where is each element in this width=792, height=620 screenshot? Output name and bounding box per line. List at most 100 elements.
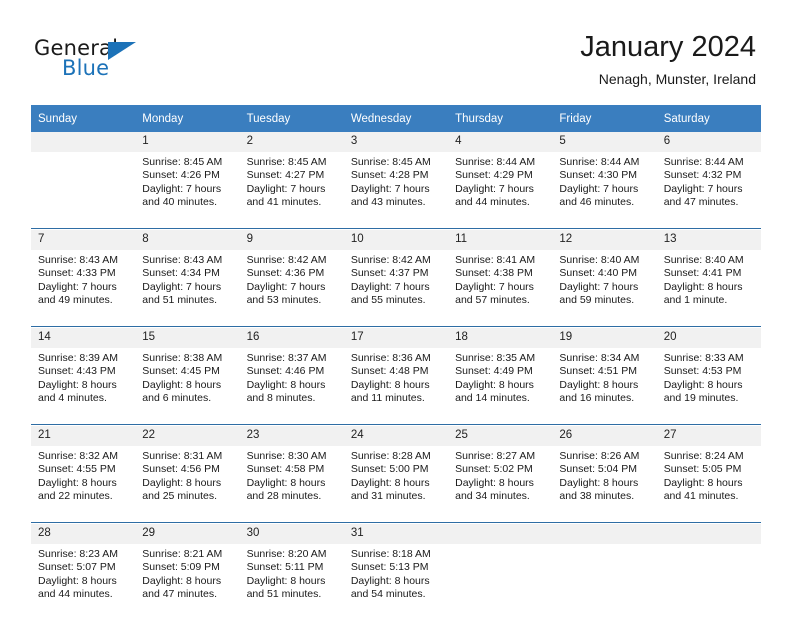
sunrise-text: Sunrise: 8:20 AM	[246, 548, 327, 560]
daylight-text-line2: and 41 minutes.	[663, 490, 739, 503]
sunset-text: Sunset: 4:53 PM	[663, 365, 742, 378]
day-number[interactable]: 7	[31, 230, 136, 250]
day-number[interactable]: 29	[135, 524, 240, 544]
sunrise-text: Sunrise: 8:42 AM	[350, 254, 431, 266]
daylight-text-line1: Daylight: 7 hours	[246, 182, 326, 195]
day-number[interactable]: 20	[656, 328, 761, 348]
brand-logo[interactable]: General Blue	[34, 36, 234, 92]
daylight-text-line2: and 59 minutes.	[559, 294, 635, 307]
day-detail: Sunrise: 8:45 AM Sunset: 4:28 PM Dayligh…	[343, 152, 449, 229]
day-detail: Sunrise: 8:40 AM Sunset: 4:41 PM Dayligh…	[656, 250, 761, 327]
day-number[interactable]: 26	[552, 426, 657, 446]
day-detail: Sunrise: 8:28 AM Sunset: 5:00 PM Dayligh…	[343, 446, 449, 523]
daylight-text-line1: Daylight: 8 hours	[246, 476, 326, 489]
calendar-grid: Sunday Monday Tuesday Wednesday Thursday…	[31, 105, 761, 620]
day-number[interactable]: 25	[448, 426, 553, 446]
day-number[interactable]: 22	[135, 426, 240, 446]
sunset-text: Sunset: 4:58 PM	[246, 463, 325, 476]
day-number[interactable]: 27	[656, 426, 761, 446]
daylight-text-line1: Daylight: 7 hours	[246, 280, 326, 293]
sunrise-text: Sunrise: 8:24 AM	[663, 450, 744, 462]
week-4-daynumbers: 21 22 23 24 25 26 27	[31, 426, 761, 446]
day-detail: Sunrise: 8:45 AM Sunset: 4:26 PM Dayligh…	[135, 152, 240, 229]
day-number[interactable]: 18	[448, 328, 553, 348]
day-number[interactable]: 12	[552, 230, 657, 250]
week-5-daynumbers: 28 29 30 31	[31, 524, 761, 544]
daylight-text-line2: and 40 minutes.	[142, 196, 217, 209]
daylight-text-line1: Daylight: 8 hours	[38, 476, 117, 489]
sunset-text: Sunset: 4:43 PM	[38, 365, 116, 378]
sunset-text: Sunset: 4:51 PM	[559, 365, 638, 378]
sunrise-text: Sunrise: 8:36 AM	[350, 352, 431, 364]
day-number[interactable]: 21	[31, 426, 136, 446]
day-detail: Sunrise: 8:40 AM Sunset: 4:40 PM Dayligh…	[552, 250, 657, 327]
day-number[interactable]: 11	[448, 230, 553, 250]
daylight-text-line1: Daylight: 7 hours	[350, 280, 430, 293]
week-5-details: Sunrise: 8:23 AM Sunset: 5:07 PM Dayligh…	[31, 544, 761, 620]
daylight-text-line2: and 41 minutes.	[246, 196, 322, 209]
day-number[interactable]: 6	[656, 132, 761, 152]
day-number[interactable]: 8	[135, 230, 240, 250]
day-number[interactable]: 30	[239, 524, 344, 544]
daylight-text-line1: Daylight: 8 hours	[663, 378, 743, 391]
sunset-text: Sunset: 4:27 PM	[246, 169, 325, 182]
day-number[interactable]: 24	[343, 426, 449, 446]
daylight-text-line2: and 28 minutes.	[246, 490, 322, 503]
day-number[interactable]: 17	[343, 328, 449, 348]
sunset-text: Sunset: 4:34 PM	[142, 267, 220, 280]
day-number[interactable]: 16	[239, 328, 344, 348]
daylight-text-line1: Daylight: 7 hours	[38, 280, 117, 293]
daylight-text-line2: and 55 minutes.	[350, 294, 426, 307]
day-detail: Sunrise: 8:33 AM Sunset: 4:53 PM Dayligh…	[656, 348, 761, 425]
day-number[interactable]: 13	[656, 230, 761, 250]
day-number[interactable]: 5	[552, 132, 657, 152]
sunset-text: Sunset: 4:48 PM	[350, 365, 429, 378]
sunrise-text: Sunrise: 8:44 AM	[455, 156, 536, 168]
day-cell-empty	[448, 524, 553, 544]
day-number[interactable]: 1	[135, 132, 240, 152]
day-number[interactable]: 23	[239, 426, 344, 446]
day-detail: Sunrise: 8:44 AM Sunset: 4:30 PM Dayligh…	[552, 152, 657, 229]
day-cell-empty	[552, 524, 657, 544]
week-2-daynumbers: 7 8 9 10 11 12 13	[31, 230, 761, 250]
day-detail: Sunrise: 8:21 AM Sunset: 5:09 PM Dayligh…	[135, 544, 240, 620]
sunset-text: Sunset: 4:46 PM	[246, 365, 325, 378]
daylight-text-line1: Daylight: 8 hours	[142, 574, 222, 587]
day-detail: Sunrise: 8:36 AM Sunset: 4:48 PM Dayligh…	[343, 348, 449, 425]
week-4-details: Sunrise: 8:32 AM Sunset: 4:55 PM Dayligh…	[31, 446, 761, 523]
triangle-logo-icon	[108, 42, 136, 60]
sunrise-text: Sunrise: 8:44 AM	[663, 156, 744, 168]
sunset-text: Sunset: 5:02 PM	[455, 463, 533, 476]
daylight-text-line2: and 8 minutes.	[246, 392, 316, 405]
daylight-text-line1: Daylight: 8 hours	[559, 476, 639, 489]
day-detail: Sunrise: 8:43 AM Sunset: 4:33 PM Dayligh…	[31, 250, 136, 327]
daylight-text-line1: Daylight: 8 hours	[455, 378, 534, 391]
day-number[interactable]: 10	[343, 230, 449, 250]
day-number[interactable]: 15	[135, 328, 240, 348]
daylight-text-line1: Daylight: 8 hours	[663, 476, 743, 489]
daylight-text-line2: and 57 minutes.	[455, 294, 530, 307]
daylight-text-line2: and 14 minutes.	[455, 392, 530, 405]
sunset-text: Sunset: 4:33 PM	[38, 267, 116, 280]
day-detail: Sunrise: 8:31 AM Sunset: 4:56 PM Dayligh…	[135, 446, 240, 523]
daylight-text-line1: Daylight: 8 hours	[350, 574, 430, 587]
day-number[interactable]: 3	[343, 132, 449, 152]
day-number[interactable]: 19	[552, 328, 657, 348]
sunset-text: Sunset: 5:11 PM	[246, 561, 324, 574]
page-subtitle: Nenagh, Munster, Ireland	[598, 71, 756, 87]
daylight-text-line1: Daylight: 8 hours	[142, 378, 222, 391]
day-detail: Sunrise: 8:35 AM Sunset: 4:49 PM Dayligh…	[448, 348, 553, 425]
daylight-text-line2: and 54 minutes.	[350, 588, 426, 601]
day-detail-empty	[31, 152, 136, 229]
day-number[interactable]: 31	[343, 524, 449, 544]
day-number[interactable]: 28	[31, 524, 136, 544]
day-detail: Sunrise: 8:45 AM Sunset: 4:27 PM Dayligh…	[239, 152, 344, 229]
page-title: January 2024	[580, 31, 756, 63]
day-number[interactable]: 9	[239, 230, 344, 250]
day-number[interactable]: 2	[239, 132, 344, 152]
daylight-text-line1: Daylight: 8 hours	[246, 378, 326, 391]
day-detail: Sunrise: 8:26 AM Sunset: 5:04 PM Dayligh…	[552, 446, 657, 523]
day-number[interactable]: 14	[31, 328, 136, 348]
day-number[interactable]: 4	[448, 132, 553, 152]
daylight-text-line2: and 51 minutes.	[246, 588, 322, 601]
